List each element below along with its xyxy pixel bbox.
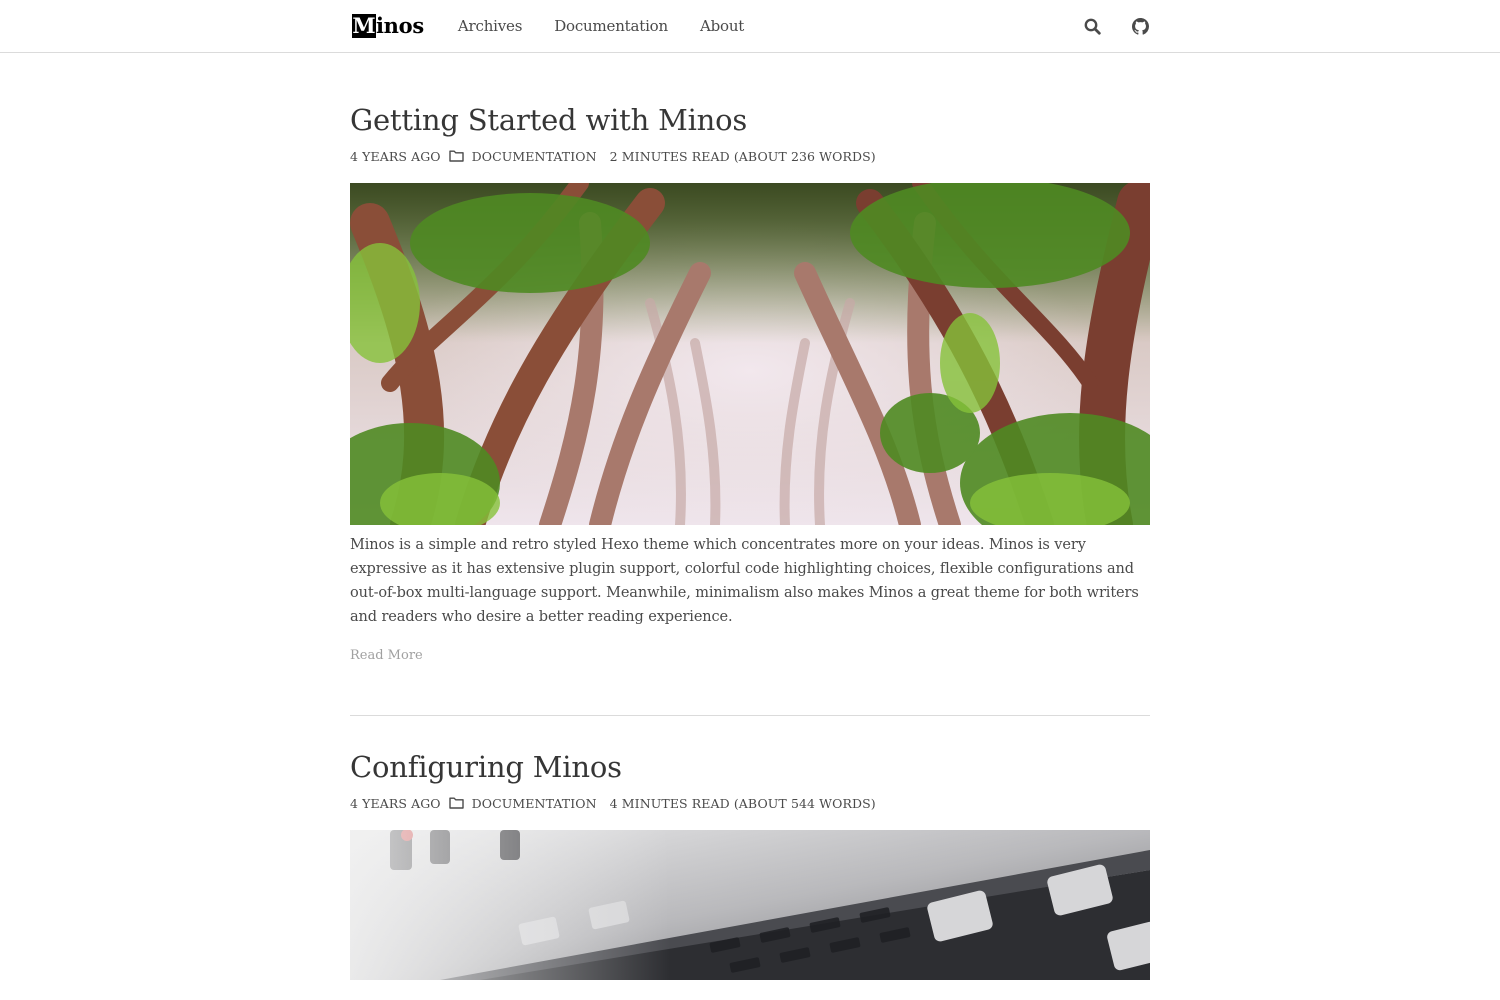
post-title: Getting Started with Minos [350,100,1150,140]
audio-mixer-image [350,830,1150,980]
navbar-container: M inos Archives Documentation About [350,0,1150,52]
post-thumbnail[interactable] [350,183,1150,525]
brand-logo-initial: M [352,13,376,38]
post-excerpt: Minos is a simple and retro styled Hexo … [350,537,1139,625]
search-icon[interactable] [1082,16,1102,36]
post-thumbnail[interactable] [350,830,1150,980]
github-icon[interactable] [1130,16,1150,36]
read-more-link[interactable]: Read More [350,648,423,663]
post-date: 4 years ago [350,148,441,164]
post-meta: 4 years ago Documentation 2 minutes read… [350,146,1150,166]
post-list: Getting Started with Minos 4 years ago D… [350,53,1150,980]
post-card: Configuring Minos 4 years ago Documentat… [350,716,1150,980]
post-meta: 4 years ago Documentation 4 minutes read… [350,793,1150,813]
nav-link-archives[interactable]: Archives [458,0,523,52]
post-reading-time: 4 minutes read (About 544 words) [609,795,876,811]
post-title-link[interactable]: Configuring Minos [350,750,622,784]
post-category-link[interactable]: Documentation [472,796,597,811]
post-title-link[interactable]: Getting Started with Minos [350,103,747,137]
post-title: Configuring Minos [350,747,1150,787]
nav-links: Archives Documentation About [458,0,776,52]
folder-icon [448,150,464,162]
brand-logo-text: inos [376,13,424,38]
folder-icon [448,797,464,809]
forest-tree-tunnel-image [350,183,1150,525]
post-date: 4 years ago [350,795,441,811]
brand-logo[interactable]: M inos [350,0,424,52]
navbar: M inos Archives Documentation About [0,0,1500,53]
nav-link-about[interactable]: About [700,0,744,52]
nav-link-documentation[interactable]: Documentation [554,0,668,52]
post-reading-time: 2 minutes read (About 236 words) [609,148,876,164]
post-card: Getting Started with Minos 4 years ago D… [350,53,1150,663]
nav-right [1054,0,1150,52]
post-category-link[interactable]: Documentation [472,149,597,164]
